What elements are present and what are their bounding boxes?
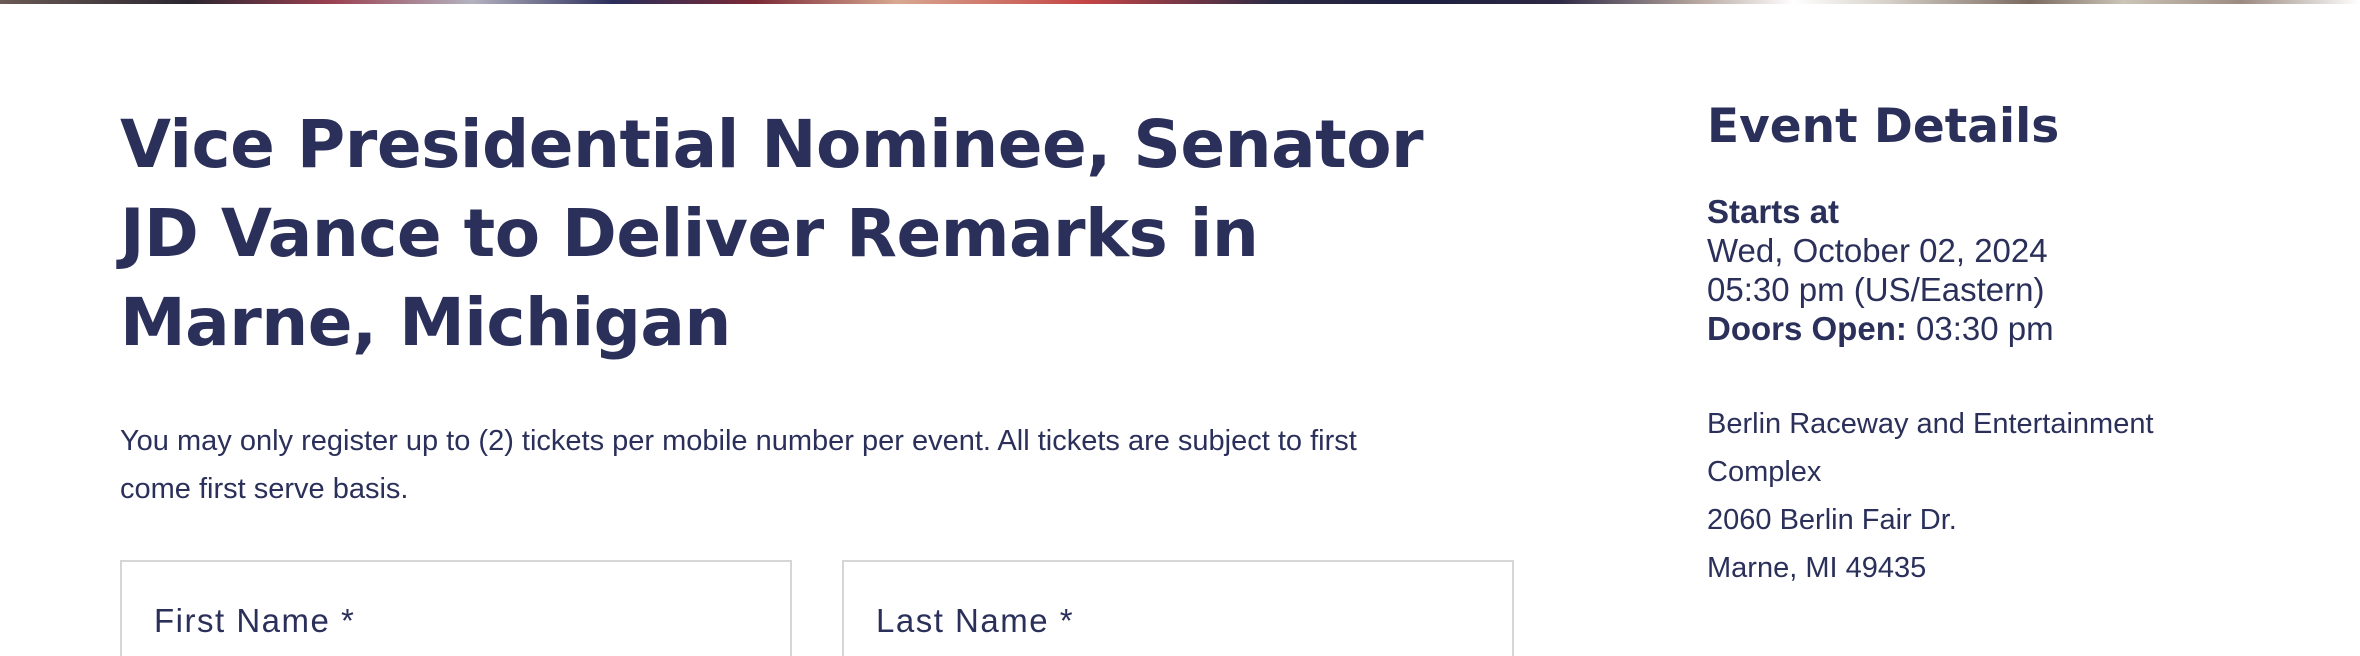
last-name-field[interactable]: Last Name * bbox=[842, 560, 1514, 656]
venue-address: Berlin Raceway and Entertainment Complex… bbox=[1707, 400, 2307, 592]
doors-open-time: 03:30 pm bbox=[1916, 310, 2054, 347]
event-title-line: Vice Presidential Nominee, Senator bbox=[120, 106, 1424, 183]
start-time: 05:30 pm (US/Eastern) bbox=[1707, 271, 2045, 308]
header-banner-image bbox=[0, 0, 2360, 4]
venue-name-line: Complex bbox=[1707, 456, 1822, 488]
ticket-limit-notice: You may only register up to (2) tickets … bbox=[120, 417, 1520, 513]
doors-open-label: Doors Open: bbox=[1707, 310, 1907, 347]
start-date: Wed, October 02, 2024 bbox=[1707, 232, 2048, 269]
event-details-panel: Event Details Starts at Wed, October 02,… bbox=[1707, 98, 2307, 592]
event-title: Vice Presidential Nominee, Senator JD Va… bbox=[120, 100, 1516, 367]
event-title-line: Marne, Michigan bbox=[120, 284, 731, 361]
event-title-line: JD Vance to Deliver Remarks in bbox=[120, 195, 1259, 272]
event-main-content: Vice Presidential Nominee, Senator JD Va… bbox=[120, 100, 1516, 656]
starts-at-label: Starts at bbox=[1707, 193, 1840, 230]
event-details-heading: Event Details bbox=[1707, 99, 2060, 154]
registration-name-fields: First Name * Last Name * bbox=[120, 560, 1516, 656]
notice-line: come first serve basis. bbox=[120, 473, 409, 505]
doors-open: Doors Open: 03:30 pm bbox=[1707, 309, 2307, 348]
event-schedule: Starts at Wed, October 02, 2024 05:30 pm… bbox=[1707, 192, 2307, 348]
venue-name-line: Berlin Raceway and Entertainment bbox=[1707, 408, 2154, 440]
venue-city-state: Marne, MI 49435 bbox=[1707, 552, 1927, 584]
venue-street: 2060 Berlin Fair Dr. bbox=[1707, 504, 1957, 536]
last-name-label: Last Name * bbox=[876, 602, 1075, 639]
notice-line: You may only register up to (2) tickets … bbox=[120, 425, 1357, 457]
first-name-field[interactable]: First Name * bbox=[120, 560, 792, 656]
first-name-label: First Name * bbox=[154, 602, 356, 639]
